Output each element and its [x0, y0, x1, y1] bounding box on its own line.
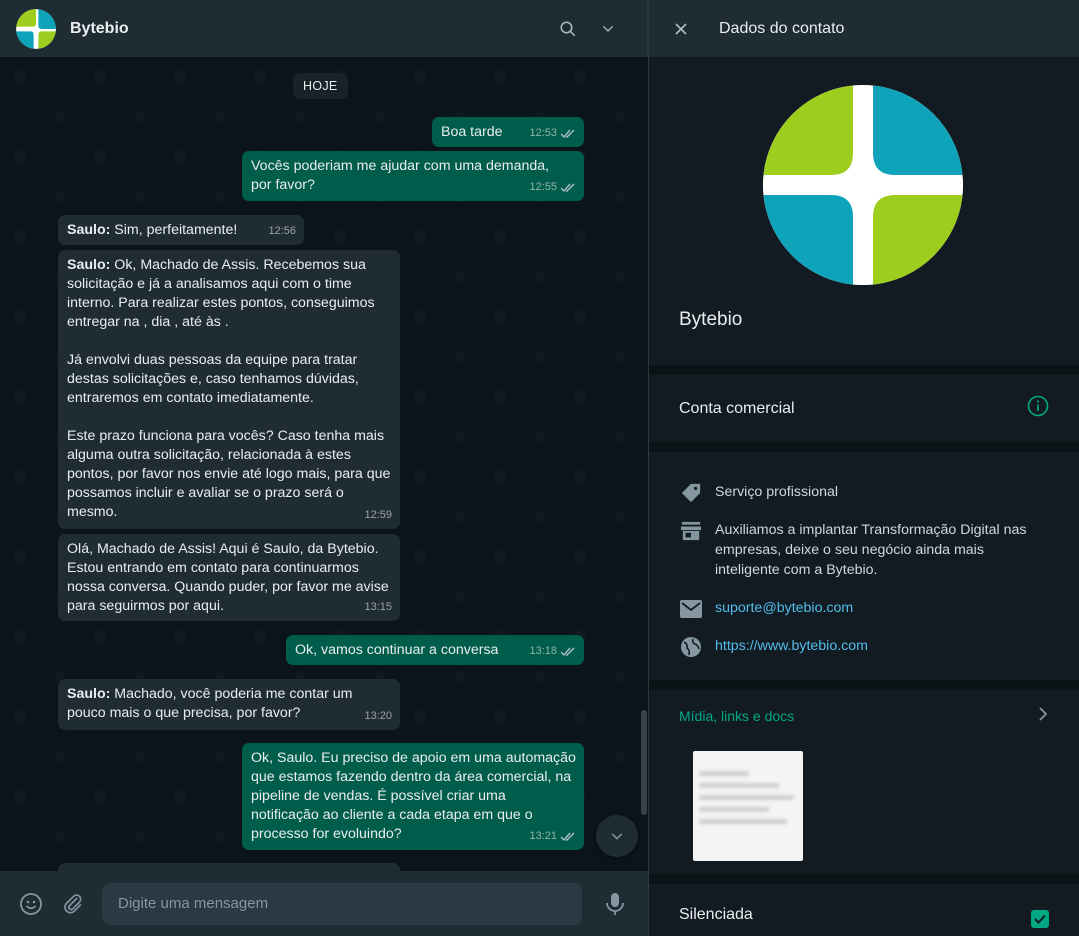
message-time: 13:18 — [529, 645, 557, 657]
mail-icon — [679, 598, 703, 620]
globe-icon — [679, 636, 703, 658]
message-list[interactable]: HOJE Boa tarde 12:53 Vocês poderiam me a… — [0, 57, 648, 871]
chat-header: Bytebio — [0, 0, 648, 57]
contact-info-pane: Dados do contato Bytebio Conta comercial — [648, 0, 1079, 936]
message-text: Ok, vamos continuar a conversa — [295, 642, 499, 658]
emoji-icon[interactable] — [16, 889, 46, 919]
chevron-down-icon[interactable] — [599, 20, 617, 38]
muted-label: Silenciada — [679, 906, 753, 923]
double-check-icon — [560, 832, 575, 842]
muted-row[interactable]: Silenciada — [649, 884, 1079, 936]
message-time: 12:53 — [529, 127, 557, 139]
composer — [0, 871, 648, 936]
message-outgoing[interactable]: Boa tarde 12:53 — [432, 117, 584, 147]
message-text: Sim, perfeitamente! — [110, 222, 238, 238]
chat-title[interactable]: Bytebio — [70, 20, 129, 38]
email-link[interactable]: suporte@bytebio.com — [715, 598, 853, 618]
microphone-icon[interactable] — [600, 889, 630, 919]
website-link[interactable]: https://www.bytebio.com — [715, 636, 868, 656]
store-icon — [679, 520, 703, 542]
message-time: 12:59 — [364, 509, 392, 521]
bytebio-logo-icon — [16, 8, 56, 49]
chat-pane: Bytebio HOJE Boa tarde 12:53 Vocês poder — [0, 0, 648, 936]
profile-section: Bytebio — [649, 57, 1079, 375]
message-outgoing[interactable]: Vocês poderiam me ajudar com uma demanda… — [242, 151, 584, 201]
message-time: 13:20 — [364, 710, 392, 722]
message-outgoing[interactable]: Ok, vamos continuar a conversa 13:18 — [286, 635, 584, 665]
message-input[interactable] — [102, 882, 582, 925]
message-incoming[interactable]: Saulo: Ok, Machado de Assis. Recebemos s… — [58, 250, 400, 529]
attach-clip-icon[interactable] — [58, 889, 88, 919]
message-text: Ok, Saulo. Eu preciso de apoio em uma au… — [251, 750, 580, 842]
message-sender: Saulo: — [67, 686, 111, 702]
message-outgoing[interactable]: Ok, Saulo. Eu preciso de apoio em uma au… — [242, 743, 584, 850]
profile-name: Bytebio — [679, 309, 743, 330]
message-time: 13:21 — [529, 830, 557, 842]
business-details: Serviço profissional Auxiliamos a implan… — [649, 452, 1079, 690]
message-text: Machado, você poderia me contar um pouco… — [67, 686, 357, 721]
tag-icon — [679, 482, 703, 504]
category-text: Serviço profissional — [715, 484, 839, 500]
message-time: 12:55 — [529, 181, 557, 193]
contact-header-title: Dados do contato — [719, 19, 845, 37]
double-check-icon — [560, 129, 575, 139]
date-chip: HOJE — [293, 73, 348, 99]
message-text: Vocês poderiam me ajudar com uma demanda… — [251, 158, 554, 193]
business-account-label: Conta comercial — [679, 399, 795, 417]
message-text: Boa tarde — [441, 124, 503, 140]
message-incoming-partial — [58, 863, 400, 871]
close-icon[interactable] — [673, 21, 689, 37]
double-check-icon — [560, 647, 575, 657]
chevron-down-icon — [611, 833, 623, 840]
search-icon[interactable] — [559, 20, 577, 38]
website-row: https://www.bytebio.com — [679, 636, 1049, 658]
message-text: Ok, Machado de Assis. Recebemos sua soli… — [67, 257, 391, 520]
description-row: Auxiliamos a implantar Transformação Dig… — [679, 520, 1049, 580]
contact-header: Dados do contato — [649, 0, 1079, 57]
media-section[interactable]: Mídia, links e docs — [649, 690, 1079, 884]
media-thumbnail[interactable] — [693, 751, 803, 861]
check-icon — [1034, 914, 1046, 924]
double-check-icon — [560, 183, 575, 193]
chevron-right-icon[interactable] — [1037, 706, 1049, 725]
info-icon[interactable] — [1027, 395, 1049, 422]
message-sender: Saulo: — [67, 257, 111, 273]
business-account-row[interactable]: Conta comercial — [649, 375, 1079, 452]
chat-avatar[interactable] — [16, 8, 56, 49]
chat-scrollbar[interactable] — [641, 710, 647, 815]
media-title[interactable]: Mídia, links e docs — [679, 708, 794, 724]
category-row: Serviço profissional — [679, 482, 1049, 504]
bytebio-logo-icon — [763, 85, 963, 285]
profile-avatar[interactable] — [763, 85, 963, 285]
message-sender: Saulo: — [67, 222, 111, 238]
message-incoming[interactable]: Olá, Machado de Assis! Aqui é Saulo, da … — [58, 534, 400, 621]
message-incoming[interactable]: Saulo: Sim, perfeitamente! 12:56 — [58, 215, 304, 245]
message-incoming[interactable]: Saulo: Machado, você poderia me contar u… — [58, 679, 400, 730]
description-text: Auxiliamos a implantar Transformação Dig… — [715, 522, 1027, 578]
whatsapp-app: Bytebio HOJE Boa tarde 12:53 Vocês poder — [0, 0, 1079, 936]
muted-checkbox[interactable] — [1031, 910, 1049, 928]
message-time: 12:56 — [268, 225, 296, 237]
message-time: 13:15 — [364, 601, 392, 613]
message-text: Olá, Machado de Assis! Aqui é Saulo, da … — [67, 541, 393, 614]
scroll-down-button[interactable] — [596, 815, 638, 857]
email-row: suporte@bytebio.com — [679, 598, 1049, 620]
